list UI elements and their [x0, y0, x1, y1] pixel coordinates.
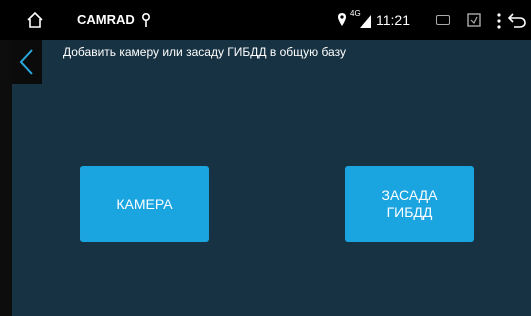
screen-icon[interactable] — [436, 15, 450, 25]
back-button[interactable] — [12, 40, 42, 84]
ambush-button-label-line2: ГИБДД — [386, 204, 433, 220]
page-subtitle: Добавить камеру или засаду ГИБДД в общую… — [63, 45, 346, 59]
nav-back-icon[interactable] — [508, 12, 526, 28]
clock: 11:21 — [376, 12, 410, 28]
home-icon[interactable] — [26, 11, 44, 29]
ambush-button-label-line1: ЗАСАДА — [381, 187, 438, 203]
signal-icon — [360, 15, 371, 28]
status-bar: CAMRAD 4G 11:21 — [0, 0, 531, 40]
police-ambush-button[interactable]: ЗАСАДА ГИБДД — [345, 166, 474, 242]
camera-button-label: КАМЕРА — [116, 195, 173, 212]
app-name: CAMRAD — [77, 12, 135, 27]
screenshot-icon[interactable] — [467, 13, 481, 27]
camera-button[interactable]: КАМЕРА — [80, 166, 209, 242]
location-icon — [141, 12, 151, 27]
chevron-left-icon — [19, 49, 33, 75]
menu-dots-icon[interactable] — [497, 13, 501, 29]
location-pin-icon — [338, 13, 346, 26]
